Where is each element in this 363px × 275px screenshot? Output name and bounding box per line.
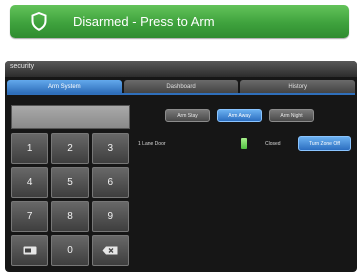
card-icon [23,246,37,255]
zone-status: Closed [265,141,281,147]
panel-titlebar: security [5,61,357,77]
zone-name: 1 Lane Door [138,141,166,147]
key-8[interactable]: 8 [51,201,89,232]
tab-history[interactable]: History [240,80,356,93]
key-5[interactable]: 5 [51,167,89,198]
key-3[interactable]: 3 [91,133,129,164]
tab-underline [7,93,355,95]
turn-zone-off-button[interactable]: Turn Zone Off [298,136,351,151]
key-7[interactable]: 7 [11,201,49,232]
key-6[interactable]: 6 [91,167,129,198]
backspace-icon [102,246,118,255]
arm-status-label: Disarmed - Press to Arm [73,14,215,29]
panel-title: security [10,63,35,70]
arm-stay-button[interactable]: Arm Stay [165,109,210,122]
card-key[interactable] [11,235,49,266]
arm-away-button[interactable]: Arm Away [217,109,262,122]
zone-status-indicator [241,138,247,149]
key-9[interactable]: 9 [91,201,129,232]
backspace-key[interactable] [91,235,129,266]
key-1[interactable]: 1 [11,133,49,164]
shield-icon [31,12,47,31]
security-panel: security Arm System Dashboard History 1 … [5,61,357,272]
key-0[interactable]: 0 [51,235,89,266]
key-2[interactable]: 2 [51,133,89,164]
arm-night-button[interactable]: Arm Night [269,109,314,122]
tab-bar: Arm System Dashboard History [7,80,356,93]
key-4[interactable]: 4 [11,167,49,198]
keypad: 1 2 3 4 5 6 7 8 9 0 [11,133,129,266]
tab-arm-system[interactable]: Arm System [7,80,122,93]
tab-dashboard[interactable]: Dashboard [123,80,239,93]
code-display [11,105,130,129]
arm-toggle-banner[interactable]: Disarmed - Press to Arm [10,5,349,38]
